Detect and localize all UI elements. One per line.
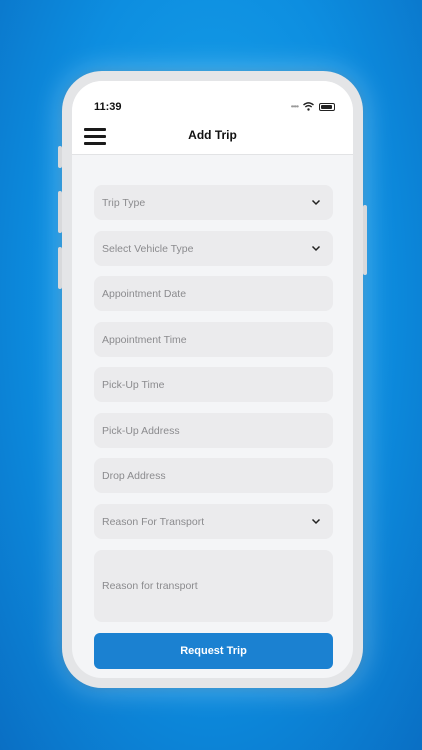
chevron-down-icon	[311, 518, 321, 525]
chevron-down-icon	[311, 199, 321, 206]
wifi-icon	[303, 102, 314, 111]
side-button-mute	[58, 146, 62, 168]
reason-text-placeholder: Reason for transport	[102, 580, 198, 592]
signal-icon: ••••	[290, 102, 299, 111]
pickup-address-placeholder: Pick-Up Address	[102, 424, 180, 437]
pickup-time-placeholder: Pick-Up Time	[102, 378, 165, 391]
drop-address-field[interactable]: Drop Address	[94, 458, 333, 493]
reason-for-transport-select[interactable]: Reason For Transport	[94, 504, 333, 539]
page-title: Add Trip	[188, 128, 237, 142]
trip-type-select[interactable]: Trip Type	[94, 185, 333, 220]
appointment-time-placeholder: Appointment Time	[102, 333, 187, 346]
request-trip-button[interactable]: Request Trip	[94, 633, 333, 669]
side-button-volume-down	[58, 247, 62, 289]
status-bar: 11:39 ••••	[72, 81, 353, 117]
vehicle-type-select[interactable]: Select Vehicle Type	[94, 231, 333, 266]
reason-for-transport-textarea[interactable]: Reason for transport	[94, 550, 333, 622]
app-header: Add Trip	[72, 117, 353, 155]
appointment-date-placeholder: Appointment Date	[102, 287, 187, 300]
status-time: 11:39	[94, 101, 122, 113]
phone-frame: 11:39 •••• Add Trip Trip Type Select Veh…	[58, 71, 367, 688]
vehicle-type-placeholder: Select Vehicle Type	[102, 242, 194, 255]
side-button-power	[363, 205, 367, 275]
drop-address-placeholder: Drop Address	[102, 469, 166, 482]
pickup-time-field[interactable]: Pick-Up Time	[94, 367, 333, 402]
status-icons: ••••	[291, 102, 335, 111]
appointment-date-field[interactable]: Appointment Date	[94, 276, 333, 311]
trip-type-placeholder: Trip Type	[102, 196, 146, 209]
appointment-time-field[interactable]: Appointment Time	[94, 322, 333, 357]
chevron-down-icon	[311, 245, 321, 252]
side-button-volume-up	[58, 191, 62, 233]
phone-screen: 11:39 •••• Add Trip Trip Type Select Veh…	[72, 81, 353, 678]
battery-icon	[319, 102, 335, 111]
pickup-address-field[interactable]: Pick-Up Address	[94, 413, 333, 448]
reason-select-placeholder: Reason For Transport	[102, 515, 205, 528]
